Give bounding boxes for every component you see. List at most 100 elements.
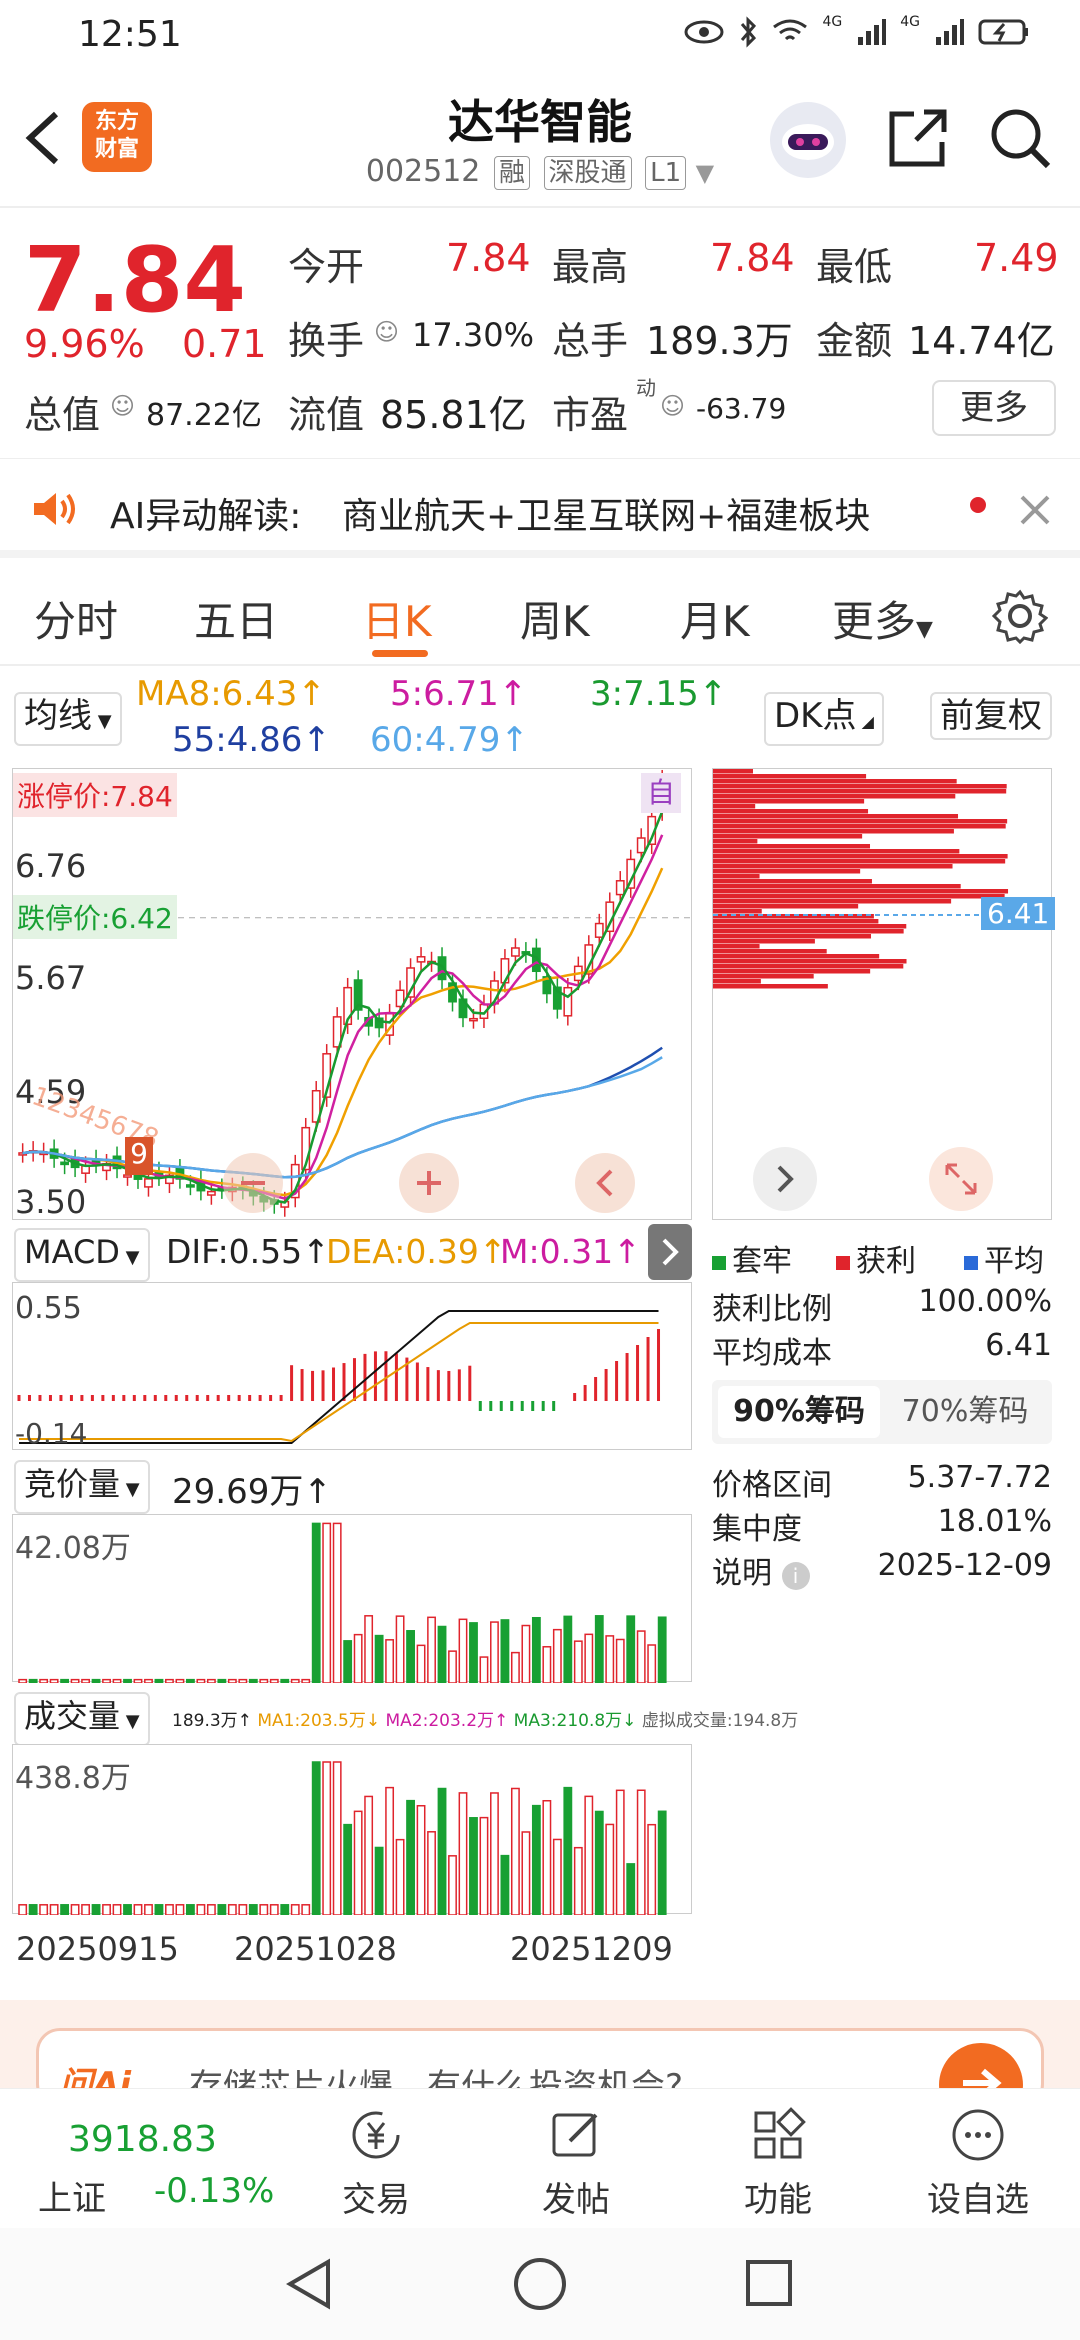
volume-bar <box>206 1904 216 1916</box>
triangle-down-icon: ▼ <box>916 617 933 642</box>
kline-chart[interactable]: 涨停价:7.84 跌停价:6.42 6.76 5.67 4.59 3.50 自 … <box>12 768 693 1221</box>
assistant-avatar-icon[interactable] <box>770 102 846 178</box>
nav-add-watchlist-label: 设自选 <box>927 2180 1029 2220</box>
info-icon[interactable]: ☺ <box>374 318 399 346</box>
volume-chart[interactable]: 438.8万 <box>12 1744 692 1916</box>
auction-select[interactable]: 竞价量 ▼ <box>14 1460 150 1514</box>
index-change[interactable]: -0.13% <box>154 2171 274 2211</box>
chip-bar <box>713 909 762 914</box>
volume-bar <box>406 1799 415 1916</box>
auction-bar <box>427 1616 436 1684</box>
ai-interpretation-bar[interactable]: AI异动解读: 商业航天+卫星互联网+福建板块 <box>0 458 1080 558</box>
search-icon[interactable] <box>988 106 1052 170</box>
macd-chart[interactable]: 0.55 -0.14 <box>12 1282 692 1450</box>
volume-y-top: 438.8万 <box>15 1761 131 1796</box>
edit-icon <box>552 2113 598 2157</box>
volume-bar <box>364 1795 374 1916</box>
triangle-down-icon: ▼ <box>120 1479 140 1500</box>
volume-bar <box>636 1789 646 1916</box>
candle-body <box>615 880 625 896</box>
index-name[interactable]: 上证 <box>38 2171 106 2220</box>
volume-label: 成交量 <box>24 1697 121 1735</box>
stock-header: 东方 财富 达华智能 002512 融 深股通 L1 ▼ <box>0 72 1080 208</box>
index-value[interactable]: 3918.83 <box>68 2119 217 2160</box>
row-key: 平均成本 <box>712 1336 832 1371</box>
row-key: 获利比例 <box>712 1292 832 1327</box>
zoom-out-icon[interactable] <box>223 1153 283 1213</box>
expand-icon[interactable] <box>929 1147 993 1211</box>
nav-recents-icon[interactable] <box>744 2258 794 2308</box>
legend-label: 获利 <box>856 1244 916 1279</box>
nav-functions[interactable]: 功能 <box>698 2107 858 2221</box>
mktcap-value: 87.22亿 <box>146 398 262 433</box>
chip-bar <box>713 839 758 844</box>
tab-90-chips[interactable]: 90%筹码 <box>718 1386 880 1438</box>
info-icon[interactable]: i <box>781 1562 810 1590</box>
chip-bar <box>713 794 956 799</box>
change-pct: 9.96% <box>24 322 145 366</box>
bluetooth-icon <box>741 16 757 48</box>
auction-bar <box>647 1644 657 1684</box>
y-label-4: 3.50 <box>15 1183 87 1221</box>
auction-bar <box>123 1678 132 1684</box>
volume-bar <box>584 1795 594 1916</box>
chevron-down-icon[interactable]: ▼ <box>696 159 714 187</box>
zoom-in-icon[interactable] <box>399 1153 459 1213</box>
auction-chart[interactable]: 42.08万 <box>12 1514 692 1684</box>
volume-bar <box>615 1789 625 1916</box>
row-value: 100.00% <box>918 1284 1052 1319</box>
adjust-select[interactable]: 前复权 <box>930 692 1052 740</box>
volume-bar <box>91 1904 101 1916</box>
close-icon[interactable] <box>1018 493 1052 527</box>
chip-bar <box>713 949 827 954</box>
indicator-next-icon[interactable] <box>648 1224 692 1280</box>
ma-select[interactable]: 均线 ▼ <box>14 692 122 746</box>
macd-select[interactable]: MACD ▼ <box>14 1228 150 1282</box>
gear-icon[interactable] <box>992 588 1048 644</box>
auction-bar <box>165 1678 174 1684</box>
info-icon-2[interactable]: ☺ <box>110 392 135 420</box>
chip-bar <box>713 769 753 774</box>
tab-five-day[interactable]: 五日 <box>194 588 278 649</box>
tab-70-chips[interactable]: 70%筹码 <box>884 1386 1046 1438</box>
volume-bar <box>427 1831 436 1916</box>
share-icon[interactable] <box>886 106 950 170</box>
nav-add-watchlist[interactable]: 设自选 <box>898 2107 1058 2221</box>
tab-daily-k[interactable]: 日K <box>362 588 432 649</box>
macd-dea: DEA:0.39↑ <box>326 1232 507 1271</box>
candle-body <box>144 1178 153 1188</box>
dk-point-button[interactable]: DK点 ◢ <box>764 692 884 746</box>
tab-monthly-k[interactable]: 月K <box>680 588 750 649</box>
volume-bar <box>542 1799 552 1916</box>
auction-bar <box>343 1640 353 1684</box>
tab-weekly-k[interactable]: 周K <box>520 588 590 649</box>
volume-bar <box>238 1904 248 1916</box>
more-button[interactable]: 更多 <box>932 380 1056 436</box>
volume-select[interactable]: 成交量 ▼ <box>14 1692 150 1746</box>
chip-distribution-chart[interactable]: 6.41 <box>712 768 1056 1220</box>
scroll-left-icon[interactable] <box>575 1153 635 1213</box>
auction-bar <box>217 1678 227 1684</box>
chip-bar <box>713 944 760 949</box>
auction-bar <box>615 1638 625 1684</box>
volume-bar <box>18 1904 28 1916</box>
nav-trade[interactable]: 交易 <box>296 2107 456 2221</box>
tab-intraday[interactable]: 分时 <box>34 588 118 649</box>
info-icon-3[interactable]: ☺ <box>660 392 685 420</box>
limit-down-label: 跌停价:6.42 <box>13 895 177 939</box>
auction-bar <box>573 1640 583 1684</box>
chevron-right-icon[interactable] <box>753 1147 817 1211</box>
ai-question-banner[interactable]: 问Ai 存储芯片火爆，有什么投资机会? <box>0 2000 1080 2127</box>
status-bar: 12:51 4G 4G <box>0 0 1080 72</box>
volume-bar <box>144 1904 153 1916</box>
nav-functions-label: 功能 <box>744 2180 812 2220</box>
tab-more[interactable]: 更多▼ <box>832 588 933 649</box>
self-tag[interactable]: 自 <box>641 773 681 813</box>
nav-back-icon[interactable] <box>284 2258 334 2310</box>
volume-bar <box>573 1846 583 1916</box>
auction-bar <box>605 1635 615 1684</box>
nav-home-icon[interactable] <box>512 2256 568 2312</box>
nav-post[interactable]: 发帖 <box>496 2107 656 2221</box>
unread-dot <box>970 497 986 513</box>
candle-body <box>416 956 426 963</box>
